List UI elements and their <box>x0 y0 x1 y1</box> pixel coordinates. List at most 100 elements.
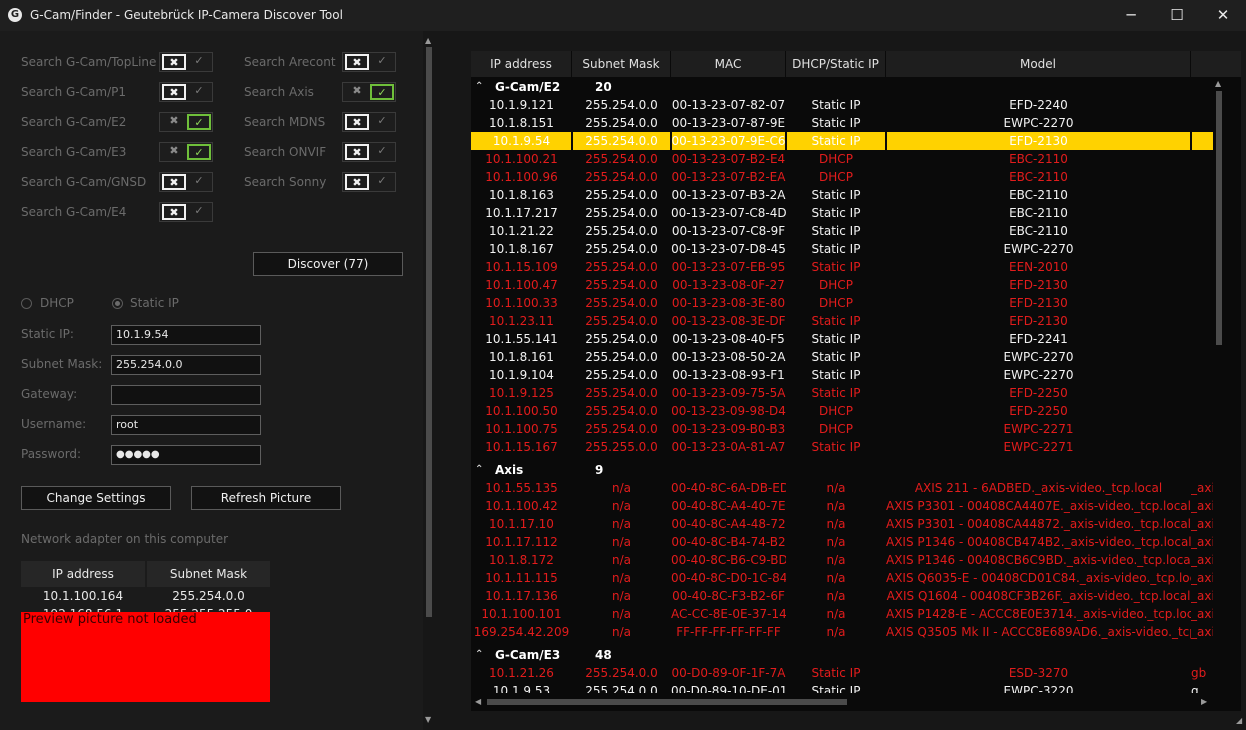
subnet-mask-input[interactable]: 255.254.0.0 <box>111 355 261 375</box>
search-toggle-left-5[interactable]: ✖ ✓ <box>159 202 213 222</box>
disable-x-icon[interactable]: ✖ <box>345 174 369 190</box>
gateway-input[interactable] <box>111 385 261 405</box>
enable-check-icon[interactable]: ✓ <box>370 114 394 130</box>
table-row[interactable]: 10.1.17.217 255.254.0.0 00-13-23-07-C8-4D S… <box>471 204 1213 222</box>
table-row[interactable]: 10.1.17.10 n/a 00-40-8C-A4-48-72 n/a AXIS P3… <box>471 515 1213 533</box>
col-mac[interactable]: MAC <box>671 51 786 77</box>
password-input[interactable]: ●●●●● <box>111 445 261 465</box>
table-row[interactable]: 10.1.100.75 255.254.0.0 00-13-23-09-B0-B3 D… <box>471 420 1213 438</box>
change-settings-button[interactable]: Change Settings <box>21 486 171 510</box>
maximize-button[interactable]: ☐ <box>1154 0 1200 31</box>
group-header[interactable]: ⌃ Axis 9 <box>471 461 1213 479</box>
table-row[interactable]: 10.1.8.163 255.254.0.0 00-13-23-07-B3-2A St… <box>471 186 1213 204</box>
grid-horizontal-scrollbar[interactable]: ◀ ▶ <box>471 693 1213 711</box>
table-row[interactable]: 10.1.23.11 255.254.0.0 00-13-23-08-3E-DF St… <box>471 312 1213 330</box>
static-ip-input[interactable]: 10.1.9.54 <box>111 325 261 345</box>
search-toggle-right-1[interactable]: ✖ ✓ <box>342 82 396 102</box>
table-row[interactable]: 10.1.9.125 255.254.0.0 00-13-23-09-75-5A St… <box>471 384 1213 402</box>
table-row[interactable]: 10.1.8.151 255.254.0.0 00-13-23-07-87-9E St… <box>471 114 1213 132</box>
static-ip-radio[interactable] <box>112 298 123 309</box>
grid-scroll-left-icon[interactable]: ◀ <box>475 697 481 706</box>
group-header[interactable]: ⌃ G-Cam/E3 48 <box>471 646 1213 664</box>
disable-x-icon[interactable]: ✖ <box>345 84 369 100</box>
search-toggle-left-4[interactable]: ✖ ✓ <box>159 172 213 192</box>
table-row[interactable]: 10.1.55.135 n/a 00-40-8C-6A-DB-ED n/a AXIS 2… <box>471 479 1213 497</box>
disable-x-icon[interactable]: ✖ <box>162 84 186 100</box>
grid-scroll-right-icon[interactable]: ▶ <box>1201 697 1207 706</box>
table-row[interactable]: 10.1.21.26 255.254.0.0 00-D0-89-0F-1F-7A St… <box>471 664 1213 682</box>
col-model[interactable]: Model <box>886 51 1191 77</box>
enable-check-icon[interactable]: ✓ <box>370 174 394 190</box>
dhcp-radio[interactable] <box>21 298 32 309</box>
table-row[interactable]: 10.1.17.112 n/a 00-40-8C-B4-74-B2 n/a AXIS P… <box>471 533 1213 551</box>
scroll-down-icon[interactable]: ▼ <box>425 715 431 724</box>
table-row[interactable]: 169.254.42.209 n/a FF-FF-FF-FF-FF-FF n/a AXI… <box>471 623 1213 641</box>
resize-grip-icon[interactable]: ◢ <box>1236 716 1242 725</box>
left-panel-scrollbar[interactable]: ▲ ▼ <box>423 31 435 730</box>
minimize-button[interactable]: ─ <box>1108 0 1154 31</box>
group-header[interactable]: ⌃ G-Cam/E2 20 <box>471 78 1213 96</box>
search-toggle-left-0[interactable]: ✖ ✓ <box>159 52 213 72</box>
chevron-up-icon[interactable]: ⌃ <box>475 646 483 664</box>
col-ip-address[interactable]: IP address <box>471 51 572 77</box>
scroll-up-icon[interactable]: ▲ <box>425 36 431 45</box>
table-row[interactable]: 10.1.100.101 n/a AC-CC-8E-0E-37-14 n/a AXIS … <box>471 605 1213 623</box>
table-row[interactable]: 10.1.100.50 255.254.0.0 00-13-23-09-98-D4 D… <box>471 402 1213 420</box>
table-row[interactable]: 10.1.15.109 255.254.0.0 00-13-23-07-EB-95 S… <box>471 258 1213 276</box>
table-row[interactable]: 10.1.8.161 255.254.0.0 00-13-23-08-50-2A St… <box>471 348 1213 366</box>
table-row[interactable]: 10.1.100.42 n/a 00-40-8C-A4-40-7E n/a AXIS P… <box>471 497 1213 515</box>
table-row[interactable]: 10.1.15.167 255.255.0.0 00-13-23-0A-81-A7 S… <box>471 438 1213 456</box>
table-row[interactable]: 10.1.11.115 n/a 00-40-8C-D0-1C-84 n/a AXIS Q… <box>471 569 1213 587</box>
search-toggle-left-2[interactable]: ✖ ✓ <box>159 112 213 132</box>
grid-hscroll-thumb[interactable] <box>487 699 847 705</box>
enable-check-icon[interactable]: ✓ <box>187 54 211 70</box>
chevron-up-icon[interactable]: ⌃ <box>475 461 483 479</box>
table-row[interactable]: 10.1.100.21 255.254.0.0 00-13-23-07-B2-E4 D… <box>471 150 1213 168</box>
search-toggle-left-1[interactable]: ✖ ✓ <box>159 82 213 102</box>
col-subnet-mask[interactable]: Subnet Mask <box>572 51 671 77</box>
table-row[interactable]: 10.1.17.136 n/a 00-40-8C-F3-B2-6F n/a AXIS Q… <box>471 587 1213 605</box>
close-button[interactable]: ✕ <box>1200 0 1246 31</box>
disable-x-icon[interactable]: ✖ <box>162 144 186 160</box>
search-toggle-left-3[interactable]: ✖ ✓ <box>159 142 213 162</box>
search-toggle-right-4[interactable]: ✖ ✓ <box>342 172 396 192</box>
username-input[interactable]: root <box>111 415 261 435</box>
enable-check-icon[interactable]: ✓ <box>370 54 394 70</box>
table-row[interactable]: 10.1.9.121 255.254.0.0 00-13-23-07-82-07 St… <box>471 96 1213 114</box>
disable-x-icon[interactable]: ✖ <box>345 144 369 160</box>
disable-x-icon[interactable]: ✖ <box>345 54 369 70</box>
left-scroll-thumb[interactable] <box>426 47 432 617</box>
table-row[interactable]: 10.1.9.54 255.254.0.0 00-13-23-07-9E-C6 Sta… <box>471 132 1213 150</box>
table-row[interactable]: 10.1.100.33 255.254.0.0 00-13-23-08-3E-80 D… <box>471 294 1213 312</box>
disable-x-icon[interactable]: ✖ <box>162 114 186 130</box>
enable-check-icon[interactable]: ✓ <box>187 84 211 100</box>
col-extra[interactable] <box>1191 51 1241 77</box>
grid-scroll-up-icon[interactable]: ▲ <box>1215 79 1221 88</box>
discover-button[interactable]: Discover (77) <box>253 252 403 276</box>
table-row[interactable]: 10.1.8.172 n/a 00-40-8C-B6-C9-BD n/a AXIS P1… <box>471 551 1213 569</box>
table-row[interactable]: 10.1.55.141 255.254.0.0 00-13-23-08-40-F5 S… <box>471 330 1213 348</box>
disable-x-icon[interactable]: ✖ <box>162 54 186 70</box>
disable-x-icon[interactable]: ✖ <box>162 204 186 220</box>
disable-x-icon[interactable]: ✖ <box>345 114 369 130</box>
col-dhcp-static[interactable]: DHCP/Static IP <box>786 51 886 77</box>
search-toggle-right-3[interactable]: ✖ ✓ <box>342 142 396 162</box>
table-row[interactable]: 10.1.100.47 255.254.0.0 00-13-23-08-0F-27 D… <box>471 276 1213 294</box>
table-row[interactable]: 10.1.9.104 255.254.0.0 00-13-23-08-93-F1 St… <box>471 366 1213 384</box>
enable-check-icon[interactable]: ✓ <box>370 144 394 160</box>
table-row[interactable]: 10.1.21.22 255.254.0.0 00-13-23-07-C8-9F St… <box>471 222 1213 240</box>
enable-check-icon[interactable]: ✓ <box>187 144 211 160</box>
enable-check-icon[interactable]: ✓ <box>370 84 394 100</box>
enable-check-icon[interactable]: ✓ <box>187 114 211 130</box>
table-row[interactable]: 10.1.100.96 255.254.0.0 00-13-23-07-B2-EA D… <box>471 168 1213 186</box>
disable-x-icon[interactable]: ✖ <box>162 174 186 190</box>
chevron-up-icon[interactable]: ⌃ <box>475 78 483 96</box>
grid-vertical-scrollbar[interactable]: ▲ <box>1213 77 1225 693</box>
enable-check-icon[interactable]: ✓ <box>187 174 211 190</box>
table-row[interactable]: 10.1.8.167 255.254.0.0 00-13-23-07-D8-45 St… <box>471 240 1213 258</box>
search-toggle-right-2[interactable]: ✖ ✓ <box>342 112 396 132</box>
grid-scroll-thumb[interactable] <box>1216 91 1222 345</box>
enable-check-icon[interactable]: ✓ <box>187 204 211 220</box>
refresh-picture-button[interactable]: Refresh Picture <box>191 486 341 510</box>
search-toggle-right-0[interactable]: ✖ ✓ <box>342 52 396 72</box>
